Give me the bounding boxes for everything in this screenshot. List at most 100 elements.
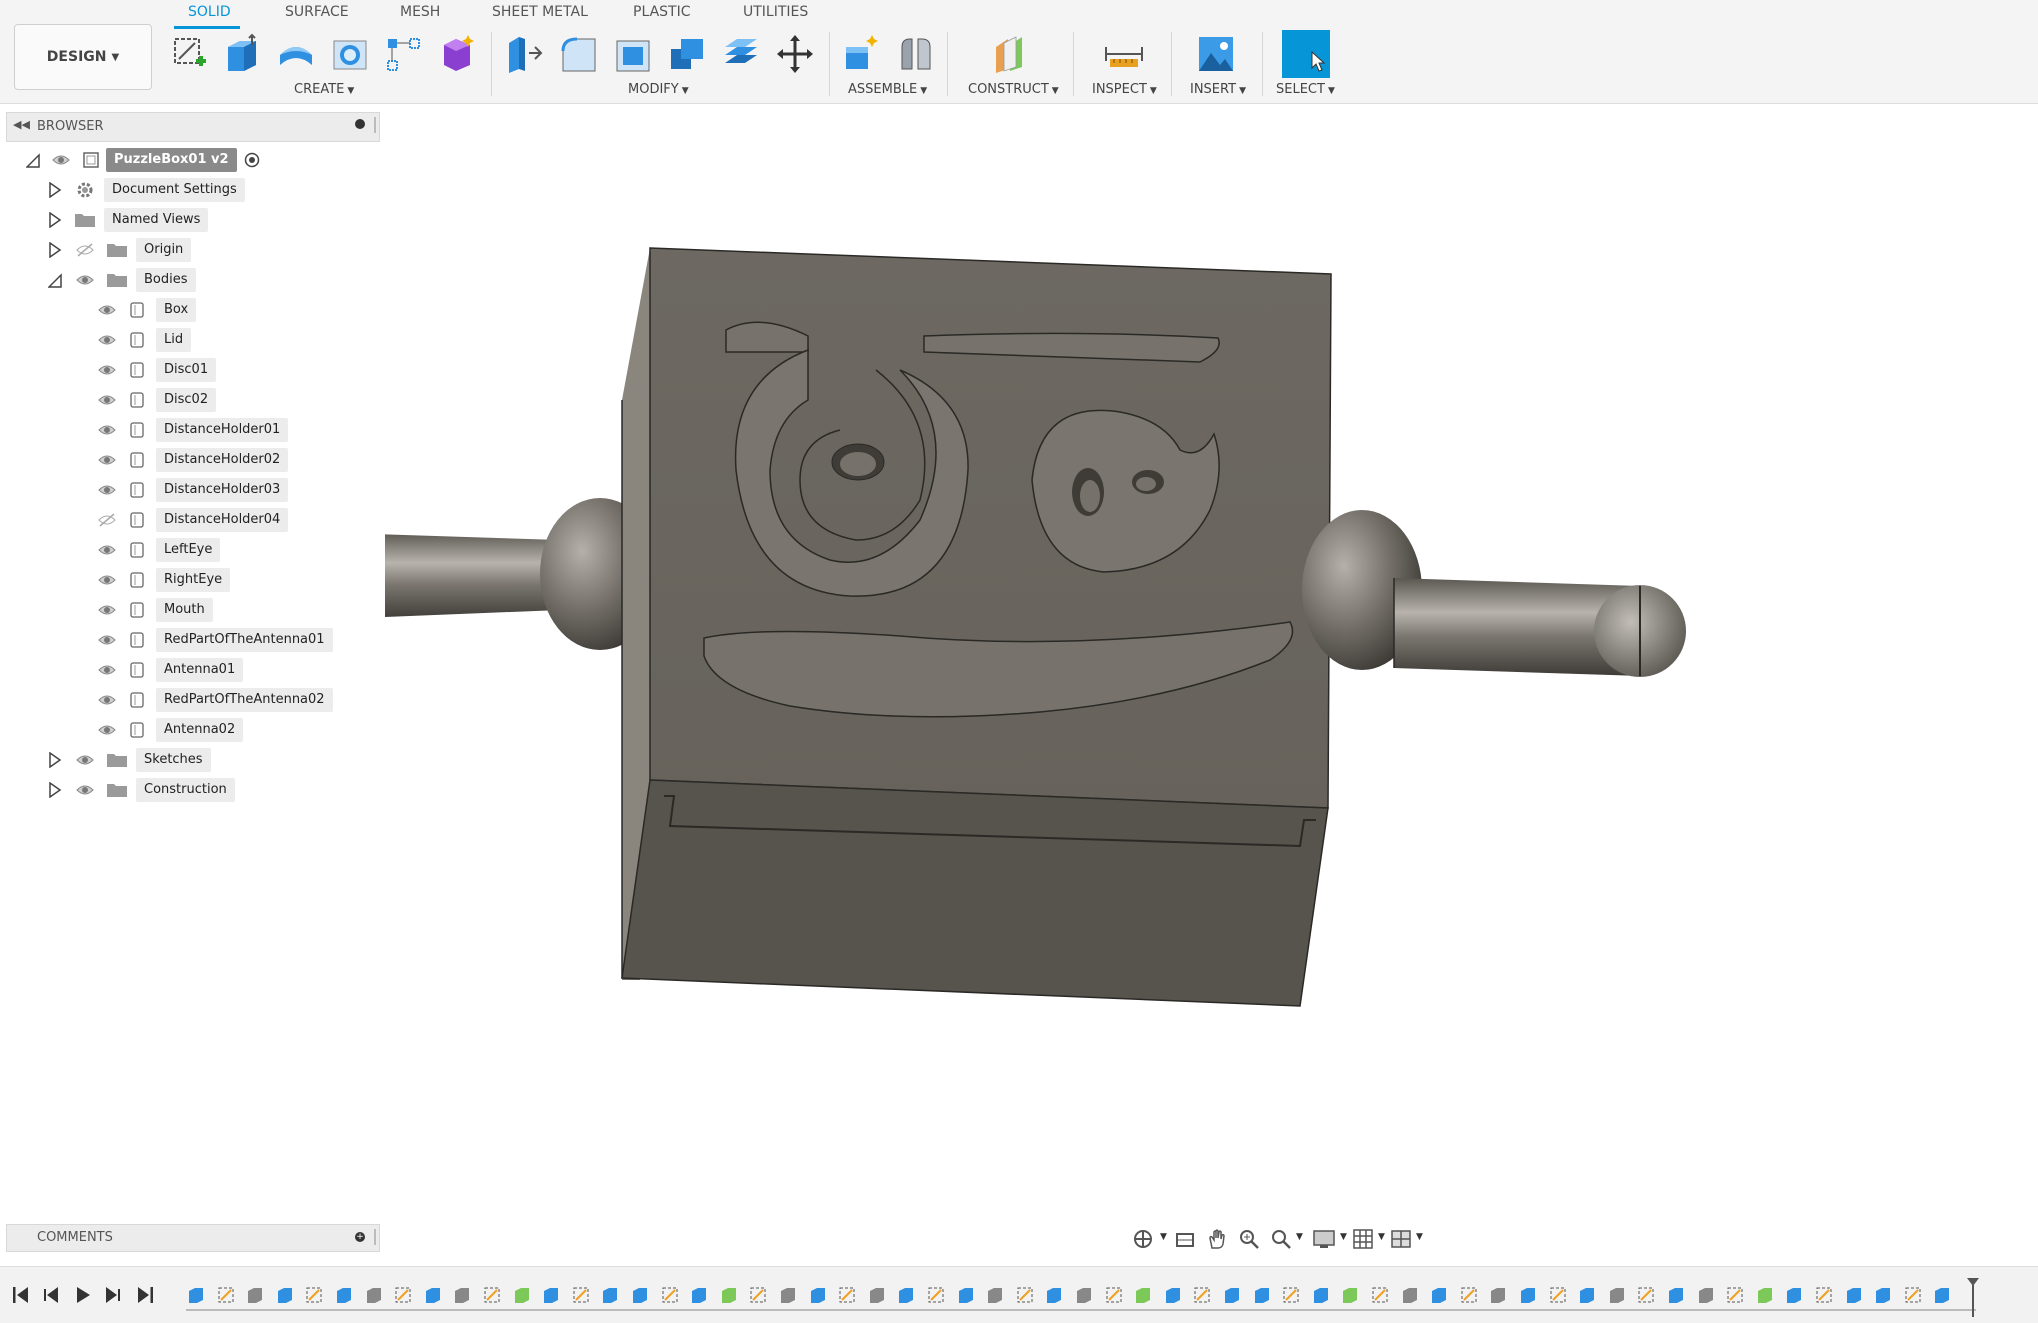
expand-triangle-icon[interactable] <box>48 752 62 768</box>
tree-item-origin[interactable]: Origin <box>44 238 344 262</box>
skip-to-end-icon[interactable] <box>136 1285 154 1305</box>
timeline-feature-icon[interactable] <box>1340 1285 1360 1305</box>
caret-down-icon[interactable]: ▼ <box>1296 1232 1303 1242</box>
joint-icon[interactable] <box>896 33 936 75</box>
assemble-menu[interactable]: ASSEMBLE ▼ <box>848 82 927 97</box>
timeline-feature-icon[interactable] <box>1311 1285 1331 1305</box>
tree-item-label[interactable]: Disc01 <box>156 358 217 382</box>
timeline-feature-icon[interactable] <box>1755 1285 1775 1305</box>
revolve-icon[interactable] <box>276 33 316 75</box>
timeline-feature-icon[interactable] <box>1873 1285 1893 1305</box>
eye-icon[interactable] <box>98 423 116 437</box>
eye-icon[interactable] <box>98 663 116 677</box>
timeline-feature-icon[interactable] <box>1607 1285 1627 1305</box>
tab-solid[interactable]: SOLID <box>188 4 231 20</box>
timeline-feature-icon[interactable] <box>956 1285 976 1305</box>
timeline-feature-icon[interactable] <box>630 1285 650 1305</box>
timeline-feature-icon[interactable] <box>334 1285 354 1305</box>
zoom-window-icon[interactable] <box>1238 1228 1260 1250</box>
timeline-sketch-icon[interactable] <box>1903 1285 1923 1305</box>
tree-item-document-settings[interactable]: Document Settings <box>44 178 344 202</box>
timeline-sketch-icon[interactable] <box>1636 1285 1656 1305</box>
timeline-feature-icon[interactable] <box>1222 1285 1242 1305</box>
combine-icon[interactable] <box>667 33 707 75</box>
3d-viewport[interactable] <box>385 104 2038 1214</box>
tree-item-sketches[interactable]: Sketches <box>44 748 344 772</box>
left-antenna[interactable] <box>385 498 660 650</box>
tree-item-label[interactable]: Lid <box>156 328 192 352</box>
timeline-sketch-icon[interactable] <box>1281 1285 1301 1305</box>
caret-down-icon[interactable]: ▼ <box>1160 1232 1167 1242</box>
select-icon[interactable] <box>1282 30 1330 78</box>
create-menu[interactable]: CREATE ▼ <box>294 82 354 97</box>
tree-item-label[interactable]: Disc02 <box>156 388 217 412</box>
tree-item-body[interactable]: RedPartOfTheAntenna02 <box>96 688 356 712</box>
panel-grip-icon[interactable] <box>374 117 376 133</box>
tree-item-label[interactable]: Origin <box>136 238 192 262</box>
tree-item-body[interactable]: DistanceHolder01 <box>96 418 356 442</box>
tree-root[interactable]: PuzzleBox01 v2 <box>20 148 320 172</box>
timeline-feature-icon[interactable] <box>1133 1285 1153 1305</box>
timeline-sketch-icon[interactable] <box>216 1285 236 1305</box>
new-component-icon[interactable] <box>842 33 882 75</box>
timeline-sketch-icon[interactable] <box>393 1285 413 1305</box>
tree-item-label[interactable]: Antenna01 <box>156 658 244 682</box>
timeline-feature-icon[interactable] <box>423 1285 443 1305</box>
eye-icon[interactable] <box>98 483 116 497</box>
tree-item-label[interactable]: RedPartOfTheAntenna02 <box>156 688 333 712</box>
timeline-sketch-icon[interactable] <box>1192 1285 1212 1305</box>
tree-item-label[interactable]: Antenna02 <box>156 718 244 742</box>
timeline-feature-icon[interactable] <box>541 1285 561 1305</box>
timeline-feature-icon[interactable] <box>719 1285 739 1305</box>
tree-item-body[interactable]: Disc02 <box>96 388 356 412</box>
expand-triangle-icon[interactable] <box>48 182 62 198</box>
tree-item-body[interactable]: Antenna01 <box>96 658 356 682</box>
timeline-sketch-icon[interactable] <box>660 1285 680 1305</box>
tab-surface[interactable]: SURFACE <box>285 4 349 20</box>
viewports-icon[interactable] <box>1390 1228 1412 1250</box>
timeline-sketch-icon[interactable] <box>1548 1285 1568 1305</box>
tree-item-body[interactable]: Mouth <box>96 598 356 622</box>
timeline-feature-icon[interactable] <box>1844 1285 1864 1305</box>
tree-item-label[interactable]: Bodies <box>136 268 196 292</box>
eye-icon[interactable] <box>98 333 116 347</box>
timeline-feature-icon[interactable] <box>1577 1285 1597 1305</box>
tab-mesh[interactable]: MESH <box>400 4 440 20</box>
insert-image-icon[interactable] <box>1196 33 1236 75</box>
timeline-feature-icon[interactable] <box>808 1285 828 1305</box>
timeline-feature-icon[interactable] <box>689 1285 709 1305</box>
pattern-icon[interactable] <box>384 33 424 75</box>
collapse-triangle-icon[interactable] <box>48 272 62 288</box>
timeline-feature-icon[interactable] <box>1932 1285 1952 1305</box>
tree-item-body[interactable]: LeftEye <box>96 538 356 562</box>
timeline-feature-icon[interactable] <box>1784 1285 1804 1305</box>
caret-down-icon[interactable]: ▼ <box>1340 1232 1347 1242</box>
tree-item-body[interactable]: DistanceHolder02 <box>96 448 356 472</box>
add-comment-icon[interactable]: + <box>355 1232 365 1242</box>
root-label[interactable]: PuzzleBox01 v2 <box>106 148 237 172</box>
timeline-sketch-icon[interactable] <box>837 1285 857 1305</box>
display-settings-icon[interactable] <box>1312 1228 1336 1250</box>
timeline-feature-icon[interactable] <box>1518 1285 1538 1305</box>
tree-item-label[interactable]: Construction <box>136 778 235 802</box>
tree-item-label[interactable]: DistanceHolder04 <box>156 508 289 532</box>
tree-item-label[interactable]: RightEye <box>156 568 231 592</box>
timeline-sketch-icon[interactable] <box>1459 1285 1479 1305</box>
eye-icon[interactable] <box>76 273 94 287</box>
fillet-icon[interactable] <box>559 33 599 75</box>
tree-item-label[interactable]: RedPartOfTheAntenna01 <box>156 628 333 652</box>
right-antenna[interactable] <box>1302 510 1686 677</box>
step-back-icon[interactable] <box>42 1285 60 1305</box>
comments-panel[interactable]: COMMENTS + <box>6 1224 380 1252</box>
grid-icon[interactable] <box>1352 1228 1374 1250</box>
hole-icon[interactable] <box>330 33 370 75</box>
timeline-feature-icon[interactable] <box>512 1285 532 1305</box>
tree-item-construction[interactable]: Construction <box>44 778 344 802</box>
timeline-sketch-icon[interactable] <box>571 1285 591 1305</box>
expand-triangle-icon[interactable] <box>26 152 40 168</box>
eye-hidden-icon[interactable] <box>76 243 94 257</box>
timeline-sketch-icon[interactable] <box>748 1285 768 1305</box>
timeline-feature-icon[interactable] <box>1074 1285 1094 1305</box>
timeline-feature-icon[interactable] <box>985 1285 1005 1305</box>
eye-icon[interactable] <box>98 633 116 647</box>
